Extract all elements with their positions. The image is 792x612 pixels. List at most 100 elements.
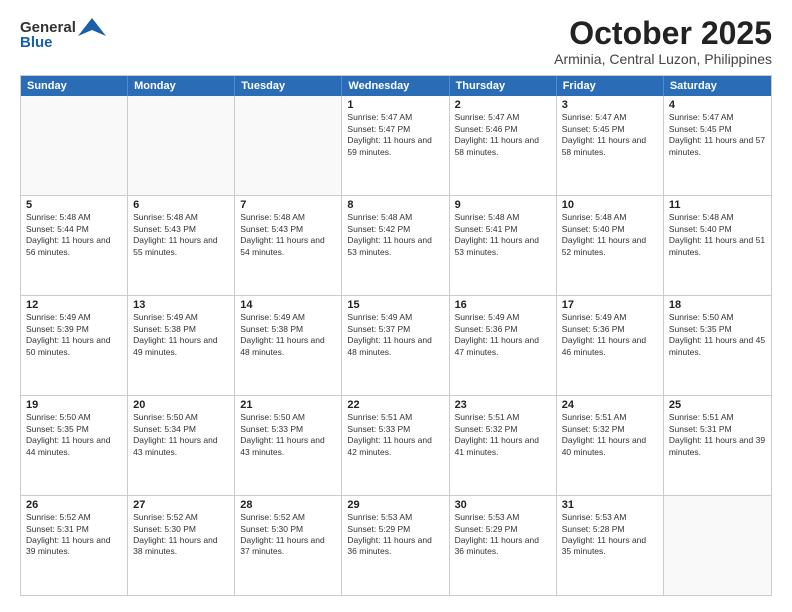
day-number: 6 [133,199,229,211]
day-cell-31: 31Sunrise: 5:53 AM Sunset: 5:28 PM Dayli… [557,496,664,595]
title-block: October 2025 Arminia, Central Luzon, Phi… [554,16,772,67]
day-cell-2: 2Sunrise: 5:47 AM Sunset: 5:46 PM Daylig… [450,96,557,195]
day-cell-11: 11Sunrise: 5:48 AM Sunset: 5:40 PM Dayli… [664,196,771,295]
day-info: Sunrise: 5:51 AM Sunset: 5:32 PM Dayligh… [562,412,658,458]
day-cell-20: 20Sunrise: 5:50 AM Sunset: 5:34 PM Dayli… [128,396,235,495]
day-info: Sunrise: 5:52 AM Sunset: 5:30 PM Dayligh… [133,512,229,558]
day-cell-15: 15Sunrise: 5:49 AM Sunset: 5:37 PM Dayli… [342,296,449,395]
day-info: Sunrise: 5:50 AM Sunset: 5:33 PM Dayligh… [240,412,336,458]
day-number: 29 [347,499,443,511]
header: General Blue October 2025 Arminia, Centr… [20,16,772,67]
day-info: Sunrise: 5:49 AM Sunset: 5:37 PM Dayligh… [347,312,443,358]
day-info: Sunrise: 5:48 AM Sunset: 5:40 PM Dayligh… [562,212,658,258]
page: General Blue October 2025 Arminia, Centr… [0,0,792,612]
day-number: 8 [347,199,443,211]
day-number: 10 [562,199,658,211]
day-number: 11 [669,199,766,211]
day-number: 25 [669,399,766,411]
header-day-wednesday: Wednesday [342,76,449,96]
day-cell-27: 27Sunrise: 5:52 AM Sunset: 5:30 PM Dayli… [128,496,235,595]
day-cell-18: 18Sunrise: 5:50 AM Sunset: 5:35 PM Dayli… [664,296,771,395]
day-cell-29: 29Sunrise: 5:53 AM Sunset: 5:29 PM Dayli… [342,496,449,595]
day-info: Sunrise: 5:47 AM Sunset: 5:45 PM Dayligh… [562,112,658,158]
empty-cell [21,96,128,195]
day-number: 15 [347,299,443,311]
day-number: 21 [240,399,336,411]
day-info: Sunrise: 5:48 AM Sunset: 5:44 PM Dayligh… [26,212,122,258]
day-cell-26: 26Sunrise: 5:52 AM Sunset: 5:31 PM Dayli… [21,496,128,595]
day-cell-25: 25Sunrise: 5:51 AM Sunset: 5:31 PM Dayli… [664,396,771,495]
calendar-header: SundayMondayTuesdayWednesdayThursdayFrid… [21,76,771,96]
day-cell-13: 13Sunrise: 5:49 AM Sunset: 5:38 PM Dayli… [128,296,235,395]
day-number: 19 [26,399,122,411]
day-number: 5 [26,199,122,211]
day-info: Sunrise: 5:50 AM Sunset: 5:35 PM Dayligh… [26,412,122,458]
day-info: Sunrise: 5:52 AM Sunset: 5:31 PM Dayligh… [26,512,122,558]
day-info: Sunrise: 5:50 AM Sunset: 5:34 PM Dayligh… [133,412,229,458]
day-info: Sunrise: 5:48 AM Sunset: 5:43 PM Dayligh… [240,212,336,258]
day-number: 3 [562,99,658,111]
day-number: 14 [240,299,336,311]
day-cell-6: 6Sunrise: 5:48 AM Sunset: 5:43 PM Daylig… [128,196,235,295]
calendar-week-5: 26Sunrise: 5:52 AM Sunset: 5:31 PM Dayli… [21,496,771,595]
day-info: Sunrise: 5:52 AM Sunset: 5:30 PM Dayligh… [240,512,336,558]
day-info: Sunrise: 5:51 AM Sunset: 5:31 PM Dayligh… [669,412,766,458]
day-number: 24 [562,399,658,411]
day-number: 31 [562,499,658,511]
day-number: 23 [455,399,551,411]
day-info: Sunrise: 5:53 AM Sunset: 5:29 PM Dayligh… [347,512,443,558]
day-number: 22 [347,399,443,411]
header-day-tuesday: Tuesday [235,76,342,96]
day-cell-30: 30Sunrise: 5:53 AM Sunset: 5:29 PM Dayli… [450,496,557,595]
day-info: Sunrise: 5:47 AM Sunset: 5:45 PM Dayligh… [669,112,766,158]
day-info: Sunrise: 5:49 AM Sunset: 5:36 PM Dayligh… [562,312,658,358]
day-info: Sunrise: 5:51 AM Sunset: 5:32 PM Dayligh… [455,412,551,458]
day-number: 30 [455,499,551,511]
day-cell-3: 3Sunrise: 5:47 AM Sunset: 5:45 PM Daylig… [557,96,664,195]
location: Arminia, Central Luzon, Philippines [554,51,772,67]
day-cell-7: 7Sunrise: 5:48 AM Sunset: 5:43 PM Daylig… [235,196,342,295]
day-cell-19: 19Sunrise: 5:50 AM Sunset: 5:35 PM Dayli… [21,396,128,495]
empty-cell [128,96,235,195]
calendar-body: 1Sunrise: 5:47 AM Sunset: 5:47 PM Daylig… [21,96,771,595]
day-number: 13 [133,299,229,311]
day-info: Sunrise: 5:49 AM Sunset: 5:39 PM Dayligh… [26,312,122,358]
day-cell-4: 4Sunrise: 5:47 AM Sunset: 5:45 PM Daylig… [664,96,771,195]
month-title: October 2025 [554,16,772,51]
day-cell-21: 21Sunrise: 5:50 AM Sunset: 5:33 PM Dayli… [235,396,342,495]
day-cell-5: 5Sunrise: 5:48 AM Sunset: 5:44 PM Daylig… [21,196,128,295]
day-number: 17 [562,299,658,311]
day-cell-9: 9Sunrise: 5:48 AM Sunset: 5:41 PM Daylig… [450,196,557,295]
header-day-friday: Friday [557,76,664,96]
day-number: 12 [26,299,122,311]
day-cell-28: 28Sunrise: 5:52 AM Sunset: 5:30 PM Dayli… [235,496,342,595]
header-day-monday: Monday [128,76,235,96]
header-day-saturday: Saturday [664,76,771,96]
day-number: 7 [240,199,336,211]
day-number: 4 [669,99,766,111]
day-info: Sunrise: 5:48 AM Sunset: 5:42 PM Dayligh… [347,212,443,258]
day-cell-10: 10Sunrise: 5:48 AM Sunset: 5:40 PM Dayli… [557,196,664,295]
day-cell-1: 1Sunrise: 5:47 AM Sunset: 5:47 PM Daylig… [342,96,449,195]
day-info: Sunrise: 5:50 AM Sunset: 5:35 PM Dayligh… [669,312,766,358]
day-info: Sunrise: 5:47 AM Sunset: 5:46 PM Dayligh… [455,112,551,158]
day-info: Sunrise: 5:47 AM Sunset: 5:47 PM Dayligh… [347,112,443,158]
day-cell-23: 23Sunrise: 5:51 AM Sunset: 5:32 PM Dayli… [450,396,557,495]
day-info: Sunrise: 5:49 AM Sunset: 5:38 PM Dayligh… [133,312,229,358]
day-number: 20 [133,399,229,411]
calendar-week-4: 19Sunrise: 5:50 AM Sunset: 5:35 PM Dayli… [21,396,771,496]
calendar: SundayMondayTuesdayWednesdayThursdayFrid… [20,75,772,596]
calendar-week-3: 12Sunrise: 5:49 AM Sunset: 5:39 PM Dayli… [21,296,771,396]
logo-bird-icon [78,16,106,38]
day-number: 18 [669,299,766,311]
day-cell-16: 16Sunrise: 5:49 AM Sunset: 5:36 PM Dayli… [450,296,557,395]
day-number: 1 [347,99,443,111]
day-cell-8: 8Sunrise: 5:48 AM Sunset: 5:42 PM Daylig… [342,196,449,295]
logo-blue: Blue [20,34,53,51]
day-cell-24: 24Sunrise: 5:51 AM Sunset: 5:32 PM Dayli… [557,396,664,495]
day-cell-17: 17Sunrise: 5:49 AM Sunset: 5:36 PM Dayli… [557,296,664,395]
day-number: 28 [240,499,336,511]
day-info: Sunrise: 5:53 AM Sunset: 5:29 PM Dayligh… [455,512,551,558]
day-info: Sunrise: 5:48 AM Sunset: 5:43 PM Dayligh… [133,212,229,258]
day-info: Sunrise: 5:53 AM Sunset: 5:28 PM Dayligh… [562,512,658,558]
